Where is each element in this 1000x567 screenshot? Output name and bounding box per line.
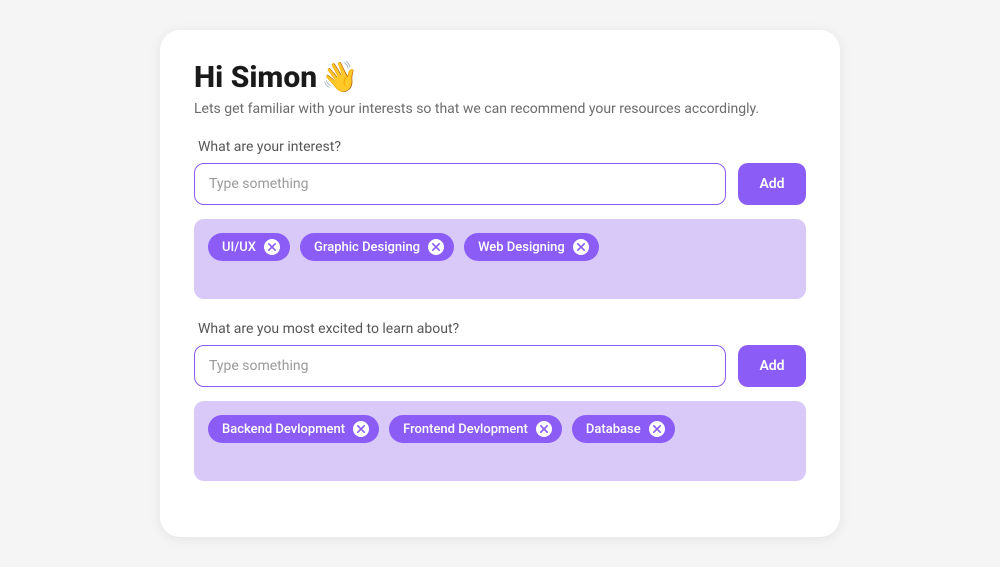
chip-label: Frontend Devlopment	[403, 422, 528, 437]
interests-section: What are your interest? Add UI/UX Graphi…	[194, 139, 806, 299]
close-icon[interactable]	[649, 421, 665, 437]
interests-input[interactable]	[194, 163, 726, 205]
learning-chip: Database	[572, 415, 675, 443]
wave-icon: 👋	[321, 63, 358, 93]
interests-label: What are your interest?	[194, 139, 806, 155]
page-title: Hi Simon 👋	[194, 60, 806, 95]
chip-label: Backend Devlopment	[222, 422, 345, 437]
chip-label: Graphic Designing	[314, 240, 420, 255]
onboarding-card: Hi Simon 👋 Lets get familiar with your i…	[160, 30, 840, 537]
learning-add-button[interactable]: Add	[738, 345, 806, 387]
interest-chip: UI/UX	[208, 233, 290, 261]
learning-chip: Backend Devlopment	[208, 415, 379, 443]
learning-label: What are you most excited to learn about…	[194, 321, 806, 337]
interests-add-button[interactable]: Add	[738, 163, 806, 205]
chip-label: UI/UX	[222, 240, 256, 255]
close-icon[interactable]	[536, 421, 552, 437]
interests-input-row: Add	[194, 163, 806, 205]
close-icon[interactable]	[353, 421, 369, 437]
interest-chip: Graphic Designing	[300, 233, 454, 261]
close-icon[interactable]	[573, 239, 589, 255]
interests-chips-box: UI/UX Graphic Designing Web Designing	[194, 219, 806, 299]
learning-chip: Frontend Devlopment	[389, 415, 562, 443]
close-icon[interactable]	[428, 239, 444, 255]
learning-input-row: Add	[194, 345, 806, 387]
interest-chip: Web Designing	[464, 233, 599, 261]
learning-section: What are you most excited to learn about…	[194, 321, 806, 481]
title-text: Hi Simon	[194, 60, 317, 95]
page-subtitle: Lets get familiar with your interests so…	[194, 101, 806, 117]
chip-label: Database	[586, 422, 641, 437]
learning-chips-box: Backend Devlopment Frontend Devlopment D…	[194, 401, 806, 481]
close-icon[interactable]	[264, 239, 280, 255]
learning-input[interactable]	[194, 345, 726, 387]
chip-label: Web Designing	[478, 240, 565, 255]
